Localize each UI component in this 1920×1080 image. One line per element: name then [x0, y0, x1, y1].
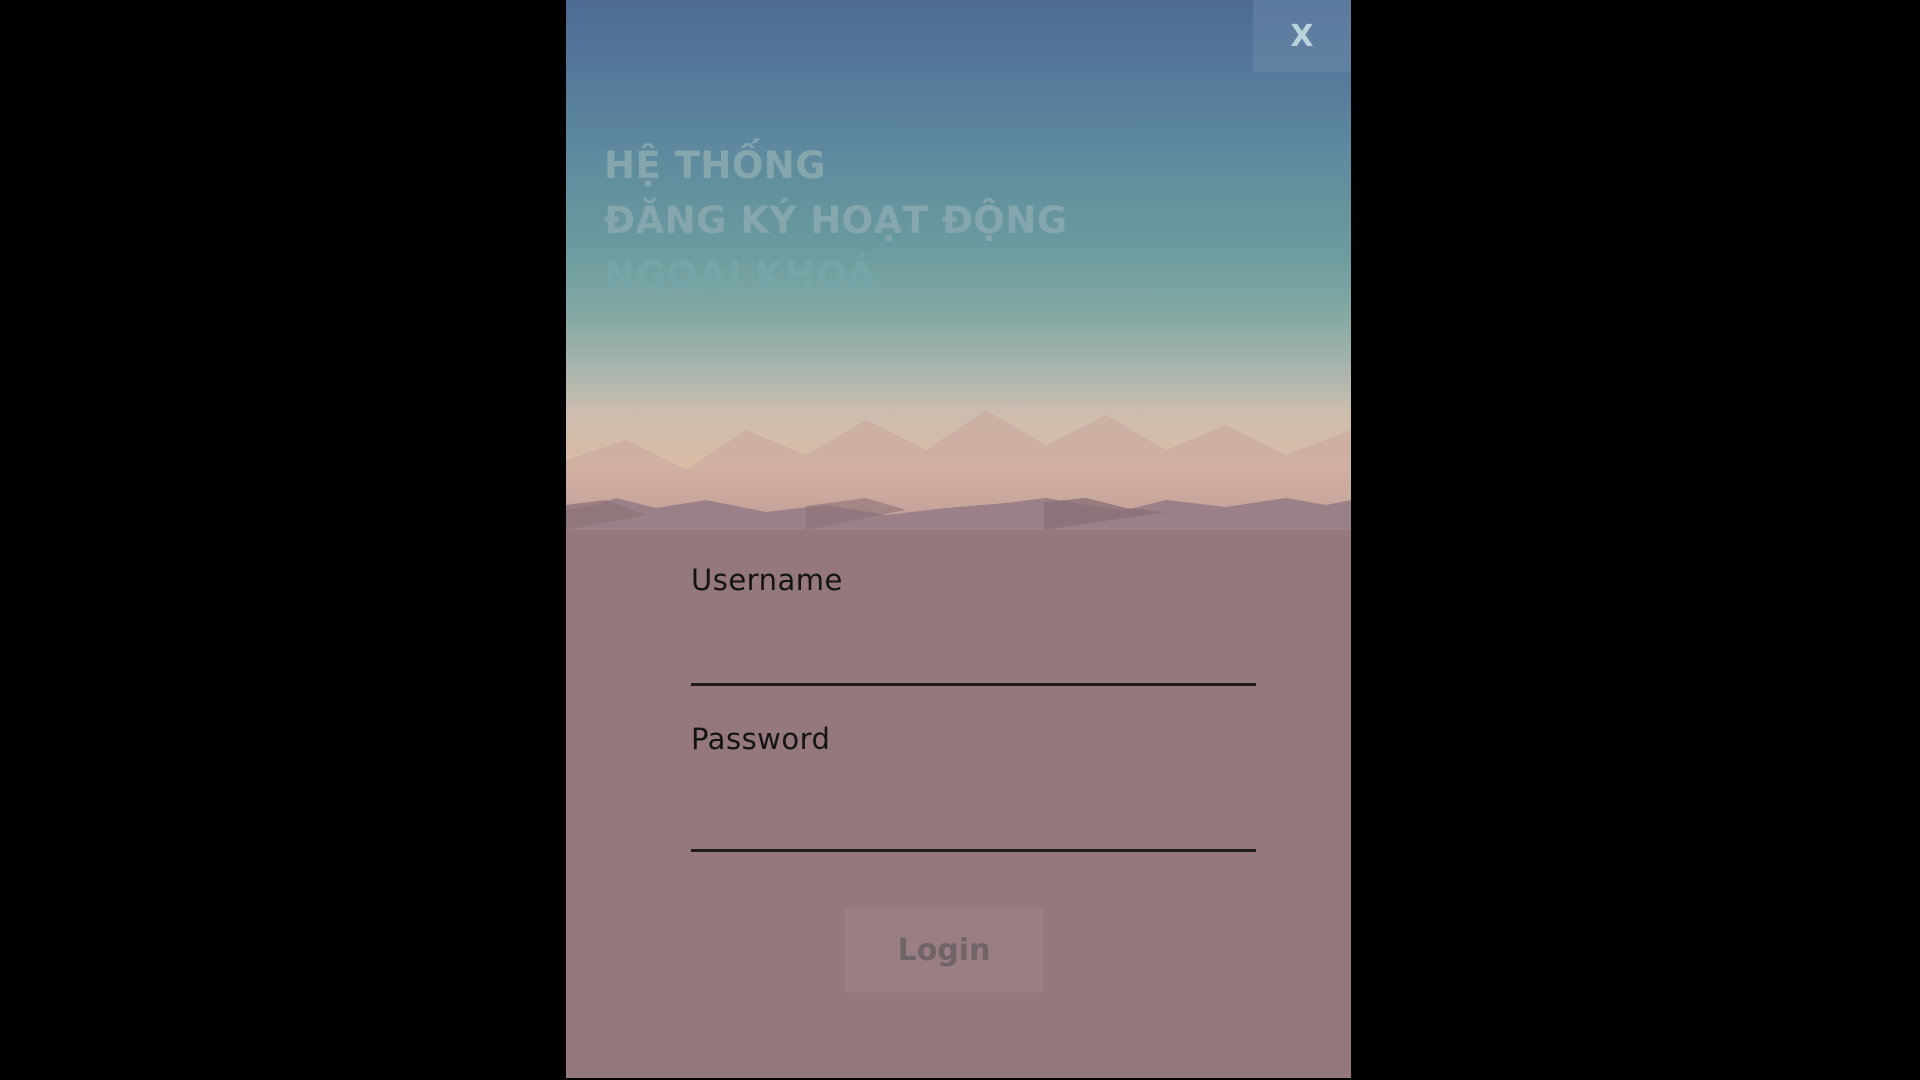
title-line-2: ĐĂNG KÝ HOẠT ĐỘNG	[604, 199, 1068, 242]
system-title: HỆ THỐNG ĐĂNG KÝ HOẠT ĐỘNG NGOẠI KHOÁ	[604, 138, 1068, 303]
password-input[interactable]	[691, 803, 1256, 852]
login-window: X HỆ THỐNG ĐĂNG KÝ HOẠT ĐỘNG NGOẠI KHOÁ …	[566, 0, 1351, 1078]
title-line-3: NGOẠI KHOÁ	[604, 254, 876, 297]
password-label: Password	[691, 722, 831, 756]
username-input[interactable]	[691, 637, 1256, 686]
close-icon: X	[1290, 18, 1314, 54]
close-button[interactable]: X	[1253, 0, 1351, 72]
login-button[interactable]: Login	[845, 907, 1043, 993]
title-line-1: HỆ THỐNG	[604, 144, 827, 187]
username-label: Username	[691, 563, 843, 597]
banner-image: X HỆ THỐNG ĐĂNG KÝ HOẠT ĐỘNG NGOẠI KHOÁ	[566, 0, 1351, 530]
